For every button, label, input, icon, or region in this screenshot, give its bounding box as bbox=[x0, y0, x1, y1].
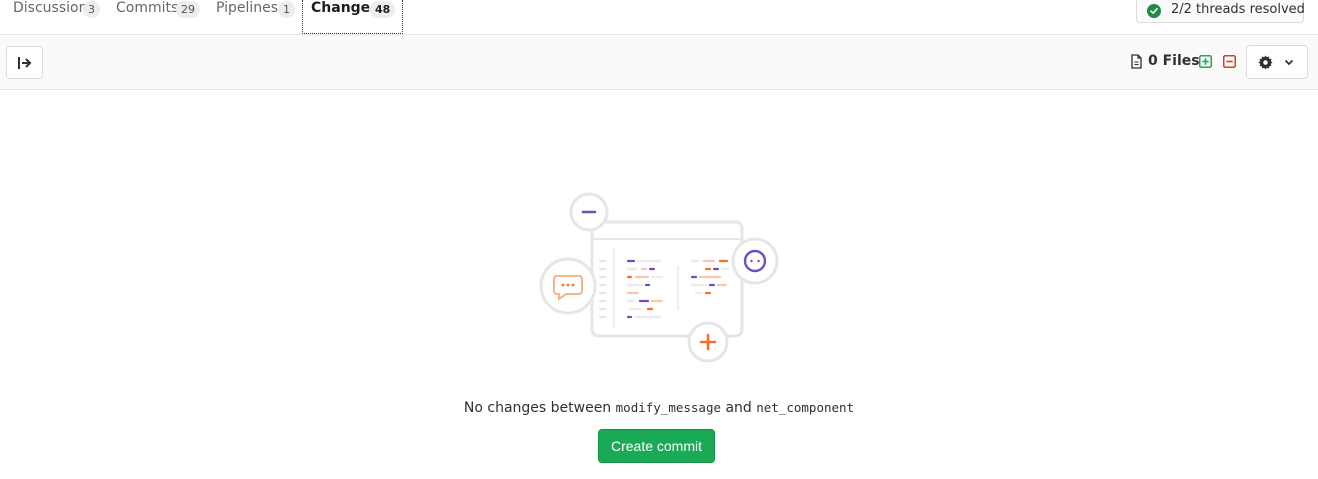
merge-request-tabs: Discussion 3 Commits 29 Pipelines 1 Chan… bbox=[0, 0, 1318, 35]
files-count-label: 0 Files bbox=[1148, 53, 1200, 69]
message-connector: and bbox=[725, 400, 752, 416]
message-prefix: No changes between bbox=[463, 400, 612, 416]
tab-discussion-label: Discussion bbox=[13, 0, 88, 16]
check-circle-icon bbox=[1147, 4, 1161, 18]
plus-square-icon bbox=[1199, 55, 1212, 68]
threads-resolved-badge[interactable]: 2/2 threads resolved bbox=[1136, 0, 1305, 23]
tab-pipelines-count: 1 bbox=[278, 1, 295, 18]
source-branch: modify_message bbox=[615, 400, 721, 415]
expand-sidebar-icon bbox=[18, 57, 32, 69]
tab-discussion[interactable]: Discussion 3 bbox=[6, 0, 104, 34]
tab-pipelines[interactable]: Pipelines 1 bbox=[210, 0, 298, 34]
tab-changes-count: 48 bbox=[370, 1, 396, 18]
tab-commits-label: Commits bbox=[116, 0, 179, 16]
tab-commits[interactable]: Commits 29 bbox=[110, 0, 204, 34]
tab-changes[interactable]: Changes 48 bbox=[302, 0, 403, 34]
gear-icon bbox=[1258, 55, 1273, 70]
threads-resolved-label: 2/2 threads resolved bbox=[1171, 2, 1305, 17]
tab-discussion-count: 3 bbox=[83, 1, 100, 18]
no-changes-message: No changes between modify_message and ne… bbox=[0, 400, 1318, 416]
toggle-file-tree-button[interactable] bbox=[6, 46, 43, 79]
diff-toolbar: 0 Files bbox=[0, 35, 1318, 90]
file-icon bbox=[1131, 54, 1142, 69]
create-commit-button[interactable]: Create commit bbox=[598, 429, 715, 463]
target-branch: net_component bbox=[756, 400, 855, 415]
tab-pipelines-label: Pipelines bbox=[216, 0, 279, 16]
diff-settings-dropdown[interactable] bbox=[1246, 45, 1308, 79]
minus-square-icon bbox=[1223, 55, 1236, 68]
no-changes-illustration bbox=[539, 192, 779, 363]
tab-changes-label: Changes bbox=[311, 0, 379, 16]
chevron-down-icon bbox=[1284, 59, 1294, 66]
tab-commits-count: 29 bbox=[176, 1, 200, 18]
